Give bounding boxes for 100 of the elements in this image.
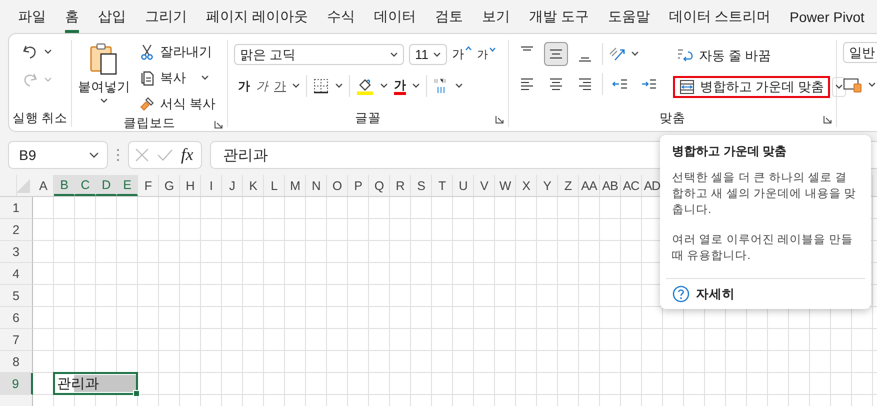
- row-header[interactable]: 1: [0, 197, 33, 219]
- column-header[interactable]: L: [264, 175, 285, 196]
- checkmark-icon[interactable]: [157, 148, 173, 162]
- name-box[interactable]: B9: [8, 141, 108, 169]
- menu-tab[interactable]: 데이터: [374, 4, 416, 32]
- group-label: 클립보드: [124, 115, 176, 131]
- menu-tab[interactable]: 개발 도구: [528, 4, 589, 32]
- dialog-launcher-icon[interactable]: [823, 115, 832, 124]
- selected-range[interactable]: 관리과: [53, 372, 138, 395]
- decrease-font-size-button[interactable]: 가: [477, 47, 496, 62]
- italic-button[interactable]: 가: [256, 78, 268, 94]
- chevron-down-icon[interactable]: [380, 83, 388, 89]
- column-header[interactable]: U: [453, 175, 474, 196]
- underline-button[interactable]: 가: [274, 78, 286, 94]
- learn-more-link[interactable]: 자세히: [696, 286, 735, 302]
- chevron-down-icon[interactable]: [292, 83, 300, 89]
- row-header[interactable]: 6: [0, 307, 33, 329]
- chevron-down-icon: [835, 84, 844, 90]
- menu-tab[interactable]: 그리기: [145, 4, 187, 32]
- group-label: 실행 취소: [12, 110, 68, 126]
- chevron-down-icon[interactable]: [412, 83, 420, 89]
- column-header[interactable]: K: [243, 175, 264, 196]
- chevron-down-icon[interactable]: [631, 51, 639, 57]
- column-header[interactable]: N: [306, 175, 327, 196]
- menu-tab[interactable]: 수식: [326, 4, 355, 32]
- drag-handle-icon[interactable]: [116, 148, 120, 162]
- column-header[interactable]: B: [54, 175, 75, 196]
- column-header[interactable]: D: [96, 175, 117, 196]
- column-header[interactable]: Y: [537, 175, 558, 196]
- column-header[interactable]: Z: [558, 175, 579, 196]
- paintbrush-icon: [139, 96, 155, 112]
- align-center-icon[interactable]: [548, 76, 564, 92]
- format-painter-button[interactable]: 서식 복사: [136, 92, 219, 115]
- row-header[interactable]: 9: [0, 373, 33, 395]
- chevron-down-icon[interactable]: [44, 49, 52, 55]
- menu-tab[interactable]: 페이지 레이아웃: [206, 4, 308, 32]
- font-name-field[interactable]: 맑은 고딕: [234, 44, 404, 65]
- row-header[interactable]: 3: [0, 241, 33, 263]
- chevron-down-icon: [201, 74, 209, 80]
- menu-tab[interactable]: 파일: [18, 4, 46, 32]
- column-header[interactable]: R: [390, 175, 411, 196]
- column-header[interactable]: J: [222, 175, 243, 196]
- row-header[interactable]: 4: [0, 263, 33, 285]
- column-header[interactable]: W: [495, 175, 516, 196]
- menu-tab[interactable]: Power Pivot: [790, 4, 864, 32]
- paste-button[interactable]: 붙여넣기: [78, 40, 130, 104]
- column-header[interactable]: AA: [579, 175, 600, 196]
- fill-color-icon[interactable]: [356, 77, 374, 95]
- number-format-field[interactable]: 일반: [843, 42, 877, 63]
- cell-text: 관리과: [56, 374, 99, 392]
- column-header[interactable]: X: [516, 175, 537, 196]
- column-header[interactable]: S: [411, 175, 432, 196]
- chevron-down-icon: [433, 52, 441, 58]
- menu-tab[interactable]: 검토: [434, 4, 463, 32]
- font-color-button[interactable]: 가: [394, 78, 406, 94]
- scissors-icon: [139, 44, 155, 60]
- align-right-icon[interactable]: [577, 76, 593, 92]
- chevron-down-icon[interactable]: [335, 83, 343, 89]
- menu-tab[interactable]: 도움말: [608, 4, 650, 32]
- chevron-down-icon: [89, 152, 99, 158]
- align-lines-icon: [548, 49, 564, 59]
- cut-button[interactable]: 잘라내기: [136, 40, 219, 63]
- bold-button[interactable]: 가: [238, 78, 250, 94]
- copy-icon: [139, 70, 155, 86]
- dialog-launcher-icon[interactable]: [214, 120, 223, 129]
- menu-tab[interactable]: 보기: [482, 4, 510, 32]
- column-header[interactable]: H: [180, 175, 201, 196]
- column-header[interactable]: AC: [621, 175, 642, 196]
- column-header[interactable]: V: [474, 175, 495, 196]
- menu-tab[interactable]: 데이터 스트리머: [668, 4, 771, 32]
- orientation-icon[interactable]: [608, 46, 626, 62]
- row-header[interactable]: 2: [0, 219, 33, 241]
- column-header[interactable]: O: [327, 175, 348, 196]
- font-size-field[interactable]: 11: [409, 44, 447, 65]
- insert-function-button[interactable]: fx: [181, 145, 194, 165]
- chevron-down-icon[interactable]: [455, 83, 463, 89]
- row-header[interactable]: 5: [0, 285, 33, 307]
- column-header[interactable]: M: [285, 175, 306, 196]
- middle-align-button[interactable]: [544, 42, 568, 66]
- copy-button[interactable]: 복사: [136, 66, 219, 89]
- dialog-launcher-icon[interactable]: [495, 115, 504, 124]
- merge-center-button[interactable]: 병합하고 가운데 맞춤: [673, 76, 830, 98]
- column-header[interactable]: F: [138, 175, 159, 196]
- row-header[interactable]: 7: [0, 329, 33, 351]
- column-header[interactable]: AB: [600, 175, 621, 196]
- column-header[interactable]: C: [75, 175, 96, 196]
- column-header[interactable]: G: [159, 175, 180, 196]
- align-left-icon[interactable]: [519, 76, 535, 92]
- column-header[interactable]: I: [201, 175, 222, 196]
- chevron-down-icon[interactable]: [868, 82, 876, 88]
- currency-format-icon[interactable]: [843, 77, 863, 93]
- menu-tab[interactable]: 삽입: [98, 4, 126, 32]
- column-header[interactable]: Q: [369, 175, 390, 196]
- increase-font-size-button[interactable]: 가: [452, 46, 472, 63]
- column-header[interactable]: T: [432, 175, 453, 196]
- help-icon[interactable]: [672, 285, 690, 303]
- row-header[interactable]: 8: [0, 351, 33, 373]
- column-header[interactable]: E: [117, 175, 138, 196]
- column-header[interactable]: P: [348, 175, 369, 196]
- borders-icon[interactable]: [313, 78, 329, 94]
